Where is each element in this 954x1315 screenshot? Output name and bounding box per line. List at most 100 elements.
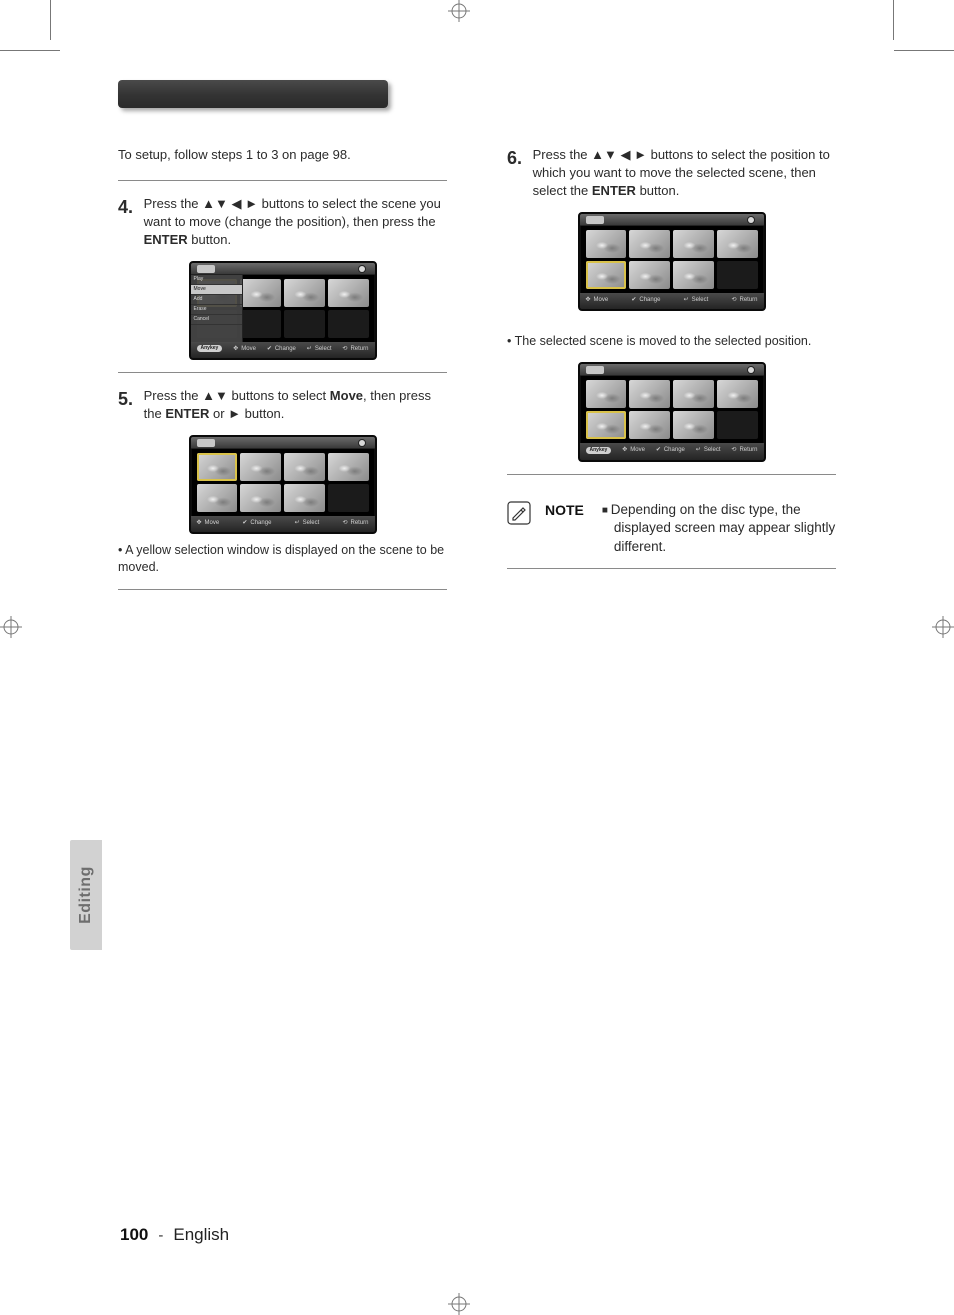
thumbnail xyxy=(586,380,627,408)
footer-hint: ✥Move xyxy=(233,345,256,353)
note-label: NOTE xyxy=(545,501,588,520)
thumbnail xyxy=(629,230,670,258)
thumbnail xyxy=(240,279,281,307)
page-number: 100 xyxy=(120,1225,148,1245)
divider xyxy=(118,180,447,181)
footer-hint: ✥Move xyxy=(197,519,220,527)
side-tab-label: Editing xyxy=(77,866,95,924)
thumbnail xyxy=(328,279,369,307)
disc-chip-icon xyxy=(197,265,215,273)
device-screenshot-step5: ✥Move ✔Change ↵Select ⟲Return xyxy=(189,435,377,534)
thumbnail xyxy=(629,261,670,289)
thumbnail xyxy=(284,453,325,481)
screenshot-header xyxy=(580,214,764,226)
step-body: Press the ▲▼ buttons to select Move, the… xyxy=(144,387,445,423)
page-footer: 100 - English xyxy=(120,1225,229,1245)
anykey-pill: Anykey xyxy=(586,447,612,454)
menu-item: Erase xyxy=(191,305,242,315)
thumbnail-grid xyxy=(580,376,764,443)
disc-chip-icon xyxy=(586,216,604,224)
footer-hint: ⟲Return xyxy=(342,519,368,527)
step6-sub-note: The selected scene is moved to the selec… xyxy=(507,333,836,350)
footer-dash: - xyxy=(158,1227,163,1244)
right-column: 6. Press the ▲▼ ◀ ► buttons to select th… xyxy=(507,146,836,604)
crop-mark xyxy=(50,0,51,40)
step5-sub-note: A yellow selection window is displayed o… xyxy=(118,542,447,577)
disc-chip-icon xyxy=(586,366,604,374)
thumbnail xyxy=(717,230,758,258)
screenshot-header xyxy=(191,437,375,449)
thumbnail xyxy=(673,230,714,258)
step-text: Press the xyxy=(144,388,203,403)
scroll-dot-icon xyxy=(748,367,754,373)
footer-hint: ✥Move xyxy=(622,446,645,454)
menu-item: Play xyxy=(191,275,242,285)
scroll-dot-icon xyxy=(359,440,365,446)
footer-hint: ✔Change xyxy=(631,296,660,304)
page-language: English xyxy=(173,1225,229,1245)
footer-hint: ✔Change xyxy=(656,446,685,454)
setup-reference-line: To setup, follow steps 1 to 3 on page 98… xyxy=(118,146,447,164)
thumbnail xyxy=(197,484,238,512)
disc-chip-icon xyxy=(197,439,215,447)
direction-buttons-glyph: ▲▼ xyxy=(202,388,228,403)
screenshot-header xyxy=(580,364,764,376)
option-label: Move xyxy=(330,388,363,403)
device-screenshot-step4: Play Move Add Erase Cancel Anykey ✥Move … xyxy=(189,261,377,360)
step-number: 5. xyxy=(118,387,140,412)
step-number: 6. xyxy=(507,146,529,171)
thumbnail xyxy=(629,380,670,408)
two-column-layout: To setup, follow steps 1 to 3 on page 98… xyxy=(118,146,836,604)
thumbnail xyxy=(284,484,325,512)
footer-hint: ↵Select xyxy=(295,519,320,527)
thumbnail-grid xyxy=(580,226,764,293)
device-screenshot-step6b: Anykey ✥Move ✔Change ↵Select ⟲Return xyxy=(578,362,766,461)
enter-label: ENTER xyxy=(144,232,188,247)
step-5: 5. Press the ▲▼ buttons to select Move, … xyxy=(118,387,447,423)
playlist-menu-panel: Play Move Add Erase Cancel xyxy=(191,275,243,342)
registration-mark-icon xyxy=(448,0,470,22)
step-text: buttons to select xyxy=(228,388,330,403)
step-text: button. xyxy=(188,232,231,247)
scroll-dot-icon xyxy=(748,217,754,223)
thumbnail xyxy=(197,453,238,481)
note-pencil-icon xyxy=(507,501,531,525)
page-content: To setup, follow steps 1 to 3 on page 98… xyxy=(118,80,836,1225)
footer-hint: ⟲Return xyxy=(731,296,757,304)
screenshot-footer: ✥Move ✔Change ↵Select ⟲Return xyxy=(191,516,375,532)
thumbnail-empty xyxy=(240,310,281,338)
crop-mark xyxy=(894,50,954,51)
thumbnail-empty xyxy=(717,411,758,439)
footer-hint: ↵Select xyxy=(684,296,709,304)
footer-hint: ✥Move xyxy=(586,296,609,304)
direction-buttons-glyph: ▲▼ ◀ ► xyxy=(202,196,258,211)
footer-hint: ↵Select xyxy=(307,345,332,353)
thumbnail-empty xyxy=(284,310,325,338)
crop-mark xyxy=(893,0,894,40)
screenshot-footer: Anykey ✥Move ✔Change ↵Select ⟲Return xyxy=(191,342,375,358)
enter-label: ENTER xyxy=(592,183,636,198)
divider xyxy=(507,474,836,475)
enter-label: ENTER xyxy=(165,406,209,421)
registration-mark-icon xyxy=(932,616,954,638)
anykey-pill: Anykey xyxy=(197,345,223,352)
scroll-dot-icon xyxy=(359,266,365,272)
direction-buttons-glyph: ▲▼ ◀ ► xyxy=(591,147,647,162)
note-text: Depending on the disc type, the displaye… xyxy=(602,501,836,557)
footer-hint: ✔Change xyxy=(242,519,271,527)
device-screenshot-step6a: ✥Move ✔Change ↵Select ⟲Return xyxy=(578,212,766,311)
thumbnail xyxy=(673,380,714,408)
section-title-bar xyxy=(118,80,388,108)
thumbnail-empty xyxy=(328,484,369,512)
footer-hint: ✔Change xyxy=(267,345,296,353)
crop-mark xyxy=(0,50,60,51)
thumbnail xyxy=(240,484,281,512)
step-6: 6. Press the ▲▼ ◀ ► buttons to select th… xyxy=(507,146,836,200)
thumbnail xyxy=(240,453,281,481)
registration-mark-icon xyxy=(0,616,22,638)
screenshot-header xyxy=(191,263,375,275)
menu-item: Cancel xyxy=(191,315,242,325)
divider xyxy=(118,589,447,590)
left-column: To setup, follow steps 1 to 3 on page 98… xyxy=(118,146,447,604)
thumbnail xyxy=(717,380,758,408)
